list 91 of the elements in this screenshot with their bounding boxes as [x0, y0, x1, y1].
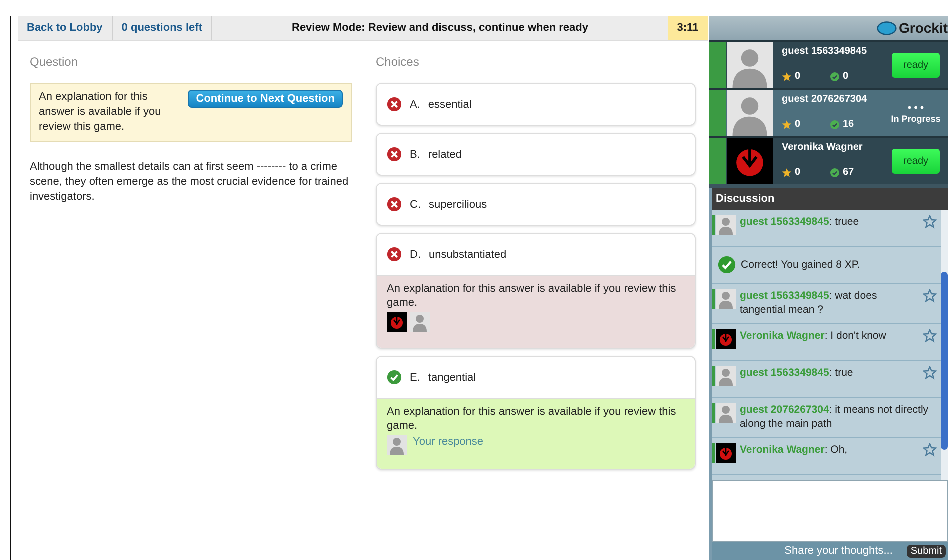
choice-text: essential	[428, 98, 472, 110]
questions-left-count: 0 questions left	[112, 16, 212, 40]
check-icon	[830, 120, 840, 130]
points-count: 0	[795, 71, 802, 82]
emblem-avatar-icon	[716, 443, 736, 463]
player-name: guest 1563349845	[782, 46, 868, 57]
chat-message: guest 1563349845: truee	[740, 215, 860, 229]
cross-icon	[387, 247, 402, 262]
response-label: Your response	[413, 435, 484, 449]
timer: 3:11	[668, 16, 708, 40]
avatar-silhouette-icon	[716, 289, 736, 309]
choice-text: unsubstantiated	[429, 248, 507, 260]
choice-text: tangential	[428, 372, 476, 384]
points-count: 0	[795, 167, 802, 178]
choice-card[interactable]: E. tangential An explanation for this answer is available if you review this game. Your response	[376, 356, 696, 470]
correct-count: 0	[843, 71, 850, 82]
correct-count: 16	[843, 119, 856, 130]
avatar-silhouette-icon	[410, 312, 430, 332]
player-name: guest 2076267304	[782, 94, 868, 105]
choice-letter: B.	[410, 148, 420, 160]
message-marker	[712, 366, 715, 386]
player-name: Veronika Wagner	[782, 142, 864, 153]
scrollbar[interactable]	[941, 210, 948, 480]
composer-hint: Share your thoughts...	[784, 545, 893, 557]
choice-text: related	[428, 148, 462, 160]
back-to-lobby-link[interactable]: Back to Lobby	[18, 16, 113, 40]
check-icon	[718, 256, 736, 274]
avatar-silhouette-icon	[726, 42, 774, 88]
avatar-silhouette-icon	[726, 90, 774, 136]
explanation-text: An explanation for this answer is available if you review this game.	[387, 282, 678, 310]
star-outline-icon[interactable]	[923, 366, 937, 380]
choice-letter: D.	[410, 248, 421, 260]
avatar-silhouette-icon	[716, 366, 736, 386]
mode-title: Review Mode: Review and discuss, continue when ready	[291, 21, 590, 36]
choice-card[interactable]: C. supercilious	[376, 183, 696, 226]
star-icon	[782, 168, 792, 178]
cloud-logo-icon	[876, 20, 897, 36]
choice-text: supercilious	[429, 198, 488, 210]
emblem-avatar-icon	[387, 312, 407, 332]
emblem-avatar-icon	[716, 329, 736, 349]
avatar-silhouette-icon	[387, 435, 407, 455]
star-outline-icon[interactable]	[923, 443, 937, 457]
chat-message: Veronika Wagner: Oh,	[740, 443, 849, 457]
message-marker	[712, 329, 715, 349]
player-marker	[709, 42, 726, 88]
discussion-title: Discussion	[712, 188, 948, 210]
message-input[interactable]	[712, 480, 948, 542]
ready-button[interactable]: ready	[892, 148, 940, 174]
emblem-avatar-icon	[726, 138, 774, 184]
choice-card[interactable]: D. unsubstantiated An explanation for this answer is available if you review this game.	[376, 233, 696, 349]
question-heading: Question	[30, 55, 80, 69]
question-text: Although the smallest details can at first seem -------- to a crime scene, they often emerge as the most crucial evidence for trained investigators.	[30, 160, 350, 205]
explanation-text: An explanation for this answer is available if you review this game.	[387, 405, 678, 433]
ready-button[interactable]: ready	[892, 52, 940, 78]
choice-letter: C.	[410, 198, 421, 210]
message-marker	[712, 289, 715, 309]
chat-message: guest 1563349845: true	[740, 366, 854, 380]
star-outline-icon[interactable]	[923, 329, 937, 343]
choice-letter: E.	[410, 372, 420, 384]
notice-text: An explanation for this answer is available if you review this game.	[39, 90, 162, 135]
choices-heading: Choices	[376, 55, 420, 69]
cross-icon	[387, 197, 402, 212]
choice-letter: A.	[410, 98, 420, 110]
choice-card[interactable]: A. essential	[376, 83, 696, 126]
star-icon	[782, 120, 792, 130]
star-outline-icon[interactable]	[923, 289, 937, 303]
message-marker	[712, 403, 715, 423]
star-outline-icon[interactable]	[923, 215, 937, 229]
avatar-silhouette-icon	[716, 215, 736, 235]
avatar-silhouette-icon	[716, 403, 736, 423]
message-marker	[712, 443, 715, 463]
message-marker	[712, 215, 715, 235]
check-icon	[387, 370, 402, 385]
progress-dots: • • •	[908, 102, 924, 114]
points-count: 0	[795, 119, 802, 130]
choice-card[interactable]: B. related	[376, 133, 696, 176]
system-message: Correct! You gained 8 XP.	[741, 258, 860, 270]
player-marker	[709, 138, 726, 184]
submit-button[interactable]: Submit	[906, 544, 946, 558]
star-icon	[782, 72, 792, 82]
chat-message: guest 2076267304: it means not directly along the main path	[740, 403, 930, 431]
check-icon	[830, 72, 840, 82]
progress-status: In Progress	[891, 114, 941, 124]
brand-name: Grockit	[898, 20, 948, 36]
correct-count: 67	[843, 167, 856, 178]
check-icon	[830, 168, 840, 178]
cross-icon	[387, 97, 402, 112]
player-marker	[709, 90, 726, 136]
chat-message: guest 1563349845: wat does tangential mean ?	[740, 289, 878, 317]
cross-icon	[387, 147, 402, 162]
chat-message: Veronika Wagner: I don't know	[740, 329, 888, 343]
